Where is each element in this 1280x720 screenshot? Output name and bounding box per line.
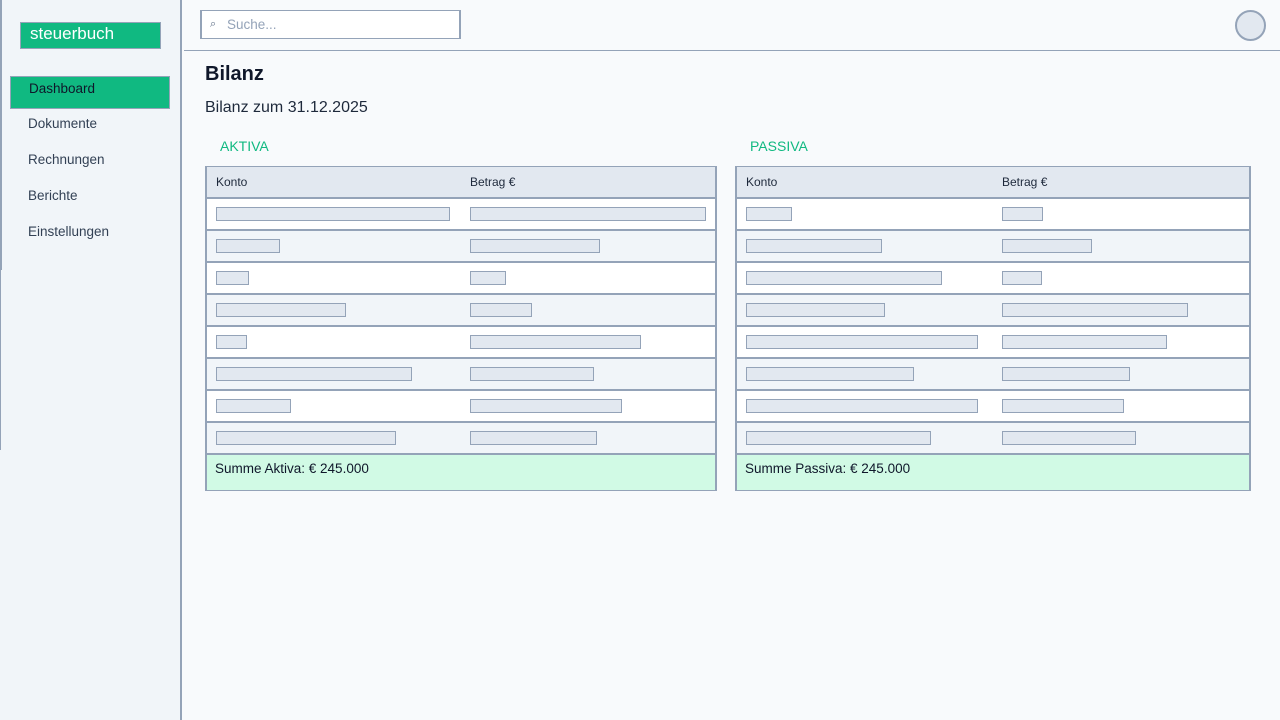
table-row[interactable] <box>205 390 717 422</box>
top-bar: ⌕ <box>184 0 1280 51</box>
table-row[interactable] <box>735 262 1251 294</box>
placeholder-bar <box>746 271 942 285</box>
placeholder-bar <box>746 367 914 381</box>
placeholder-bar <box>470 431 597 445</box>
sidebar-item-rechnungen[interactable]: Rechnungen <box>10 148 170 184</box>
placeholder-bar <box>216 367 412 381</box>
placeholder-bar <box>470 271 506 285</box>
placeholder-bar <box>216 335 247 349</box>
placeholder-bar <box>1002 239 1092 253</box>
placeholder-bar <box>216 431 396 445</box>
table-row[interactable] <box>735 294 1251 326</box>
sidebar-item-dokumente[interactable]: Dokumente <box>10 112 170 148</box>
placeholder-bar <box>216 271 249 285</box>
table-row[interactable] <box>205 230 717 262</box>
passiva-panel: PASSIVA Konto Betrag € Summe Passiva: € … <box>735 136 1251 491</box>
table-row[interactable] <box>205 326 717 358</box>
brand-logo[interactable]: steuerbuch <box>20 22 161 49</box>
search-input[interactable] <box>227 17 447 32</box>
sidebar-nav: Dashboard Dokumente Rechnungen Berichte … <box>10 76 170 256</box>
placeholder-bar <box>1002 303 1188 317</box>
placeholder-bar <box>746 431 931 445</box>
sidebar: steuerbuch Dashboard Dokumente Rechnunge… <box>0 0 182 720</box>
table-row[interactable] <box>735 230 1251 262</box>
column-header-konto: Konto <box>746 175 778 189</box>
table-header: Konto Betrag € <box>735 166 1251 198</box>
table-row[interactable] <box>735 390 1251 422</box>
aktiva-title: AKTIVA <box>220 138 269 154</box>
search-box[interactable]: ⌕ <box>200 10 461 39</box>
placeholder-bar <box>470 335 641 349</box>
sidebar-item-berichte[interactable]: Berichte <box>10 184 170 220</box>
placeholder-bar <box>1002 431 1136 445</box>
placeholder-bar <box>470 239 600 253</box>
placeholder-bar <box>1002 207 1043 221</box>
column-header-betrag: Betrag € <box>1002 175 1048 189</box>
placeholder-bar <box>1002 399 1124 413</box>
placeholder-bar <box>216 399 291 413</box>
placeholder-bar <box>216 239 280 253</box>
table-row[interactable] <box>735 422 1251 454</box>
table-row[interactable] <box>205 198 717 230</box>
avatar[interactable] <box>1235 10 1266 41</box>
placeholder-bar <box>1002 335 1167 349</box>
placeholder-bar <box>470 399 622 413</box>
aktiva-table: Konto Betrag € Summe Aktiva: € 245.000 <box>205 166 717 491</box>
placeholder-bar <box>746 335 978 349</box>
placeholder-bar <box>216 207 450 221</box>
passiva-title: PASSIVA <box>750 138 808 154</box>
placeholder-bar <box>746 399 978 413</box>
page-subtitle: Bilanz zum 31.12.2025 <box>205 99 368 116</box>
placeholder-bar <box>216 303 346 317</box>
placeholder-bar <box>1002 367 1130 381</box>
table-row[interactable] <box>205 358 717 390</box>
placeholder-bar <box>1002 271 1042 285</box>
placeholder-bar <box>470 207 706 221</box>
placeholder-bar <box>746 303 885 317</box>
column-header-konto: Konto <box>216 175 248 189</box>
passiva-table: Konto Betrag € Summe Passiva: € 245.000 <box>735 166 1251 491</box>
placeholder-bar <box>470 303 532 317</box>
placeholder-bar <box>746 207 792 221</box>
table-row[interactable] <box>735 326 1251 358</box>
aktiva-sum: Summe Aktiva: € 245.000 <box>205 454 717 491</box>
main-content: Bilanz Bilanz zum 31.12.2025 AKTIVA Kont… <box>184 52 1280 720</box>
search-icon: ⌕ <box>210 18 217 30</box>
placeholder-bar <box>746 239 882 253</box>
table-row[interactable] <box>205 422 717 454</box>
sidebar-item-einstellungen[interactable]: Einstellungen <box>10 220 170 256</box>
passiva-sum: Summe Passiva: € 245.000 <box>735 454 1251 491</box>
placeholder-bar <box>470 367 594 381</box>
sidebar-item-dashboard[interactable]: Dashboard <box>10 76 170 109</box>
table-row[interactable] <box>735 198 1251 230</box>
table-row[interactable] <box>205 294 717 326</box>
table-header: Konto Betrag € <box>205 166 717 198</box>
table-row[interactable] <box>205 262 717 294</box>
aktiva-panel: AKTIVA Konto Betrag € Summe Aktiva: € 24… <box>205 136 717 491</box>
column-header-betrag: Betrag € <box>470 175 516 189</box>
table-row[interactable] <box>735 358 1251 390</box>
page-title: Bilanz <box>205 63 264 85</box>
